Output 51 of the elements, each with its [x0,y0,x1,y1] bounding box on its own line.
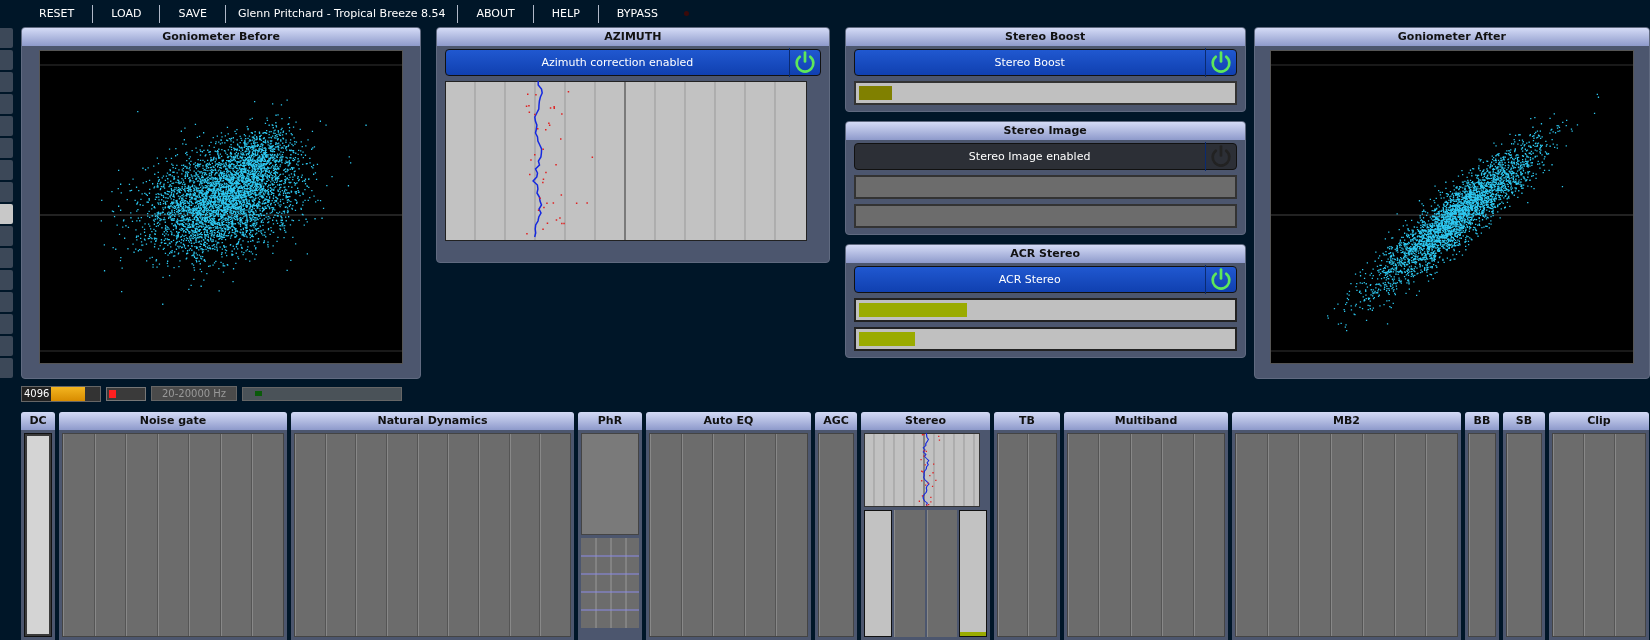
side-tab[interactable] [0,72,13,92]
fft-size-slider[interactable]: 4096 [21,385,101,402]
side-tab[interactable] [0,358,13,378]
module-tab[interactable]: Auto EQ [646,412,811,430]
side-tab[interactable] [0,94,13,114]
side-tab[interactable] [0,116,13,136]
side-tab[interactable] [0,204,13,224]
panel-title: Stereo Image [845,122,1245,140]
side-tab[interactable] [0,248,13,268]
module-tab[interactable]: Multiband [1064,412,1228,430]
module-tab[interactable]: SB [1503,412,1545,430]
slider-track[interactable] [853,327,1237,351]
module-tab[interactable]: BB [1465,412,1499,430]
azimuth-toggle[interactable]: Azimuth correction enabled [445,49,821,76]
module-tab[interactable]: TB [994,412,1060,430]
side-tab[interactable] [0,226,13,246]
module-toggle[interactable]: ACR Stereo [853,266,1237,293]
side-tab[interactable] [0,160,13,180]
module-tab[interactable]: Natural Dynamics [291,412,574,430]
module-tab[interactable]: PhR [578,412,642,430]
panel-title: Goniometer After [1254,28,1649,46]
module-tab[interactable]: MB2 [1232,412,1461,430]
toolbar-button[interactable]: RESET [21,7,93,20]
toolbar-button[interactable]: Glenn Pritchard - Tropical Breeze 8.54 [225,7,458,20]
side-tab[interactable] [0,292,13,312]
module-tab[interactable]: Noise gate [59,412,287,430]
side-tab[interactable] [0,336,13,356]
module-tab[interactable]: Clip [1549,412,1649,430]
module-toggle[interactable]: Stereo Boost [853,49,1237,76]
side-tab[interactable] [0,138,13,158]
module-toggle[interactable]: Stereo Image enabled [853,143,1237,170]
panel-title: AZIMUTH [437,28,829,46]
side-tab[interactable] [0,270,13,290]
panel-title: ACR Stereo [845,245,1245,263]
toolbar-button[interactable]: SAVE [160,7,225,20]
module-tab[interactable]: DC [21,412,55,430]
module-tab[interactable]: Stereo [861,412,990,430]
toolbar-button[interactable]: BYPASS [598,7,676,20]
module-tab[interactable]: AGC [815,412,857,430]
slider-track[interactable] [853,298,1237,322]
fft-size-value: 4096 [22,386,52,401]
toolbar-button[interactable]: HELP [533,7,598,20]
side-tab[interactable] [0,28,13,48]
panel-title: Goniometer Before [22,28,421,46]
side-tab[interactable] [0,314,13,334]
panel-title: Stereo Boost [845,28,1245,46]
toolbar-button[interactable]: ABOUT [458,7,533,20]
frequency-range: 20-20000 Hz [151,386,238,401]
side-tab[interactable] [0,50,13,70]
side-tab[interactable] [0,182,13,202]
toolbar-button[interactable]: LOAD [93,7,160,20]
